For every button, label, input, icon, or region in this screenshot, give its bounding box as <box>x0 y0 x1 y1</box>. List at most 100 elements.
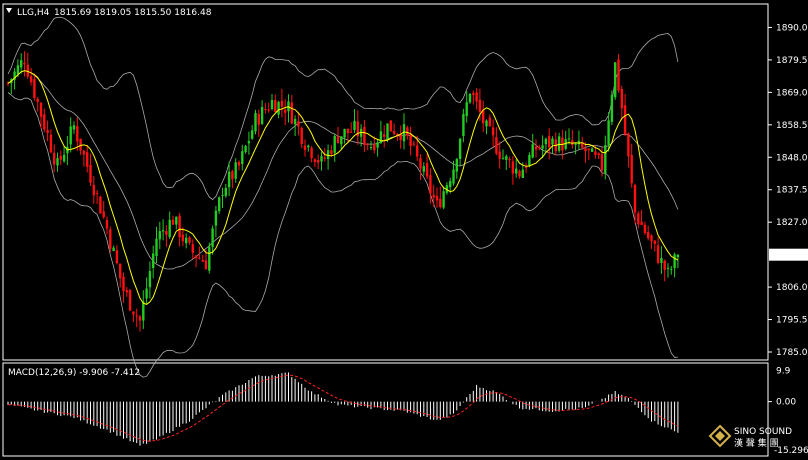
candle-body <box>194 255 198 259</box>
candle-body <box>633 185 637 213</box>
candle-body <box>115 250 119 264</box>
candle-body <box>343 128 346 138</box>
candle-body <box>224 188 227 196</box>
candle-body <box>122 276 125 292</box>
candle-body <box>148 271 152 288</box>
candle-body <box>567 138 571 140</box>
candle-body <box>584 148 587 152</box>
candle-body <box>617 59 620 91</box>
candle-body <box>610 94 614 122</box>
candle-body <box>475 92 478 102</box>
candle-body <box>468 93 472 103</box>
candle-body <box>218 197 221 212</box>
candle-body <box>145 288 148 299</box>
candle-body <box>95 192 99 194</box>
candle-body <box>557 136 561 151</box>
candle-body <box>376 142 379 148</box>
candle-body <box>429 175 432 194</box>
ohlc-label: 1815.69 1819.05 1815.50 1816.48 <box>54 8 212 18</box>
candle-body <box>211 228 214 247</box>
candle-body <box>227 171 231 188</box>
candle-body <box>650 235 653 242</box>
candle-body <box>33 79 36 98</box>
candle-body <box>234 162 237 179</box>
candle-body <box>614 62 617 98</box>
macd-tick-label: -15.296 <box>774 446 808 456</box>
candle-body <box>277 101 280 115</box>
candle-body <box>191 244 194 253</box>
lower-band-line <box>7 92 678 378</box>
candle-body <box>26 64 29 77</box>
candle-body <box>330 150 333 155</box>
candle-body <box>627 133 630 157</box>
candle-body <box>409 133 412 147</box>
candle-body <box>79 138 82 151</box>
candle-body <box>515 168 518 174</box>
candle-body <box>574 143 577 145</box>
price-tick-label: 1795.50 <box>776 316 808 326</box>
candle-body <box>350 131 353 133</box>
candle-body <box>524 166 528 168</box>
candle-body <box>577 140 581 145</box>
candle-body <box>541 145 544 149</box>
candle-body <box>538 146 541 149</box>
candle-body <box>465 102 468 117</box>
candle-body <box>135 315 138 317</box>
candle-body <box>353 120 356 131</box>
candle-body <box>270 100 274 110</box>
candle-body <box>16 65 20 75</box>
candle-body <box>297 121 300 127</box>
price-tick-label: 1869.00 <box>776 88 808 98</box>
candle-body <box>442 191 445 208</box>
price-tick-label: 1837.50 <box>776 186 808 196</box>
candle-body <box>208 246 211 271</box>
candle-body <box>425 163 429 177</box>
candle-body <box>105 219 109 229</box>
candle-body <box>112 247 115 252</box>
candle-body <box>152 253 155 269</box>
price-tick-label: 1827.00 <box>776 218 808 228</box>
candle-body <box>89 164 92 183</box>
menu-triangle-icon[interactable] <box>6 8 12 13</box>
candle-body <box>604 145 607 174</box>
candle-body <box>432 194 435 198</box>
candle-body <box>307 145 310 148</box>
candle-body <box>320 156 323 162</box>
candle-body <box>488 117 491 127</box>
candle-body <box>49 134 53 153</box>
candle-body <box>548 136 551 148</box>
candle-body <box>53 152 56 165</box>
candle-body <box>449 181 452 188</box>
candle-body <box>109 229 112 249</box>
candle-body <box>119 263 122 279</box>
candle-body <box>293 118 297 125</box>
candle-body <box>303 145 307 151</box>
candle-body <box>86 152 89 167</box>
candle-body <box>653 240 656 244</box>
candle-body <box>201 259 204 262</box>
candle-body <box>340 136 343 145</box>
candle-body <box>198 257 201 259</box>
candle-body <box>260 106 264 125</box>
candle-body <box>161 230 165 232</box>
candle-body <box>435 196 439 201</box>
candle-body <box>274 100 277 113</box>
candle-body <box>590 148 594 152</box>
candle-body <box>656 245 660 263</box>
candle-body <box>498 151 501 159</box>
candle-body <box>310 147 313 159</box>
candle-body <box>389 120 392 132</box>
candle-body <box>20 60 23 68</box>
candle-body <box>69 126 72 145</box>
candle-body <box>241 151 244 164</box>
candle-body <box>178 215 181 238</box>
candle-body <box>155 238 158 257</box>
candle-body <box>99 196 102 214</box>
candle-body <box>630 155 633 184</box>
candles <box>6 51 680 332</box>
candle-body <box>36 98 39 103</box>
price-panel-frame <box>2 3 769 361</box>
candle-body <box>168 219 171 237</box>
candle-body <box>439 198 442 208</box>
candle-body <box>46 129 49 134</box>
